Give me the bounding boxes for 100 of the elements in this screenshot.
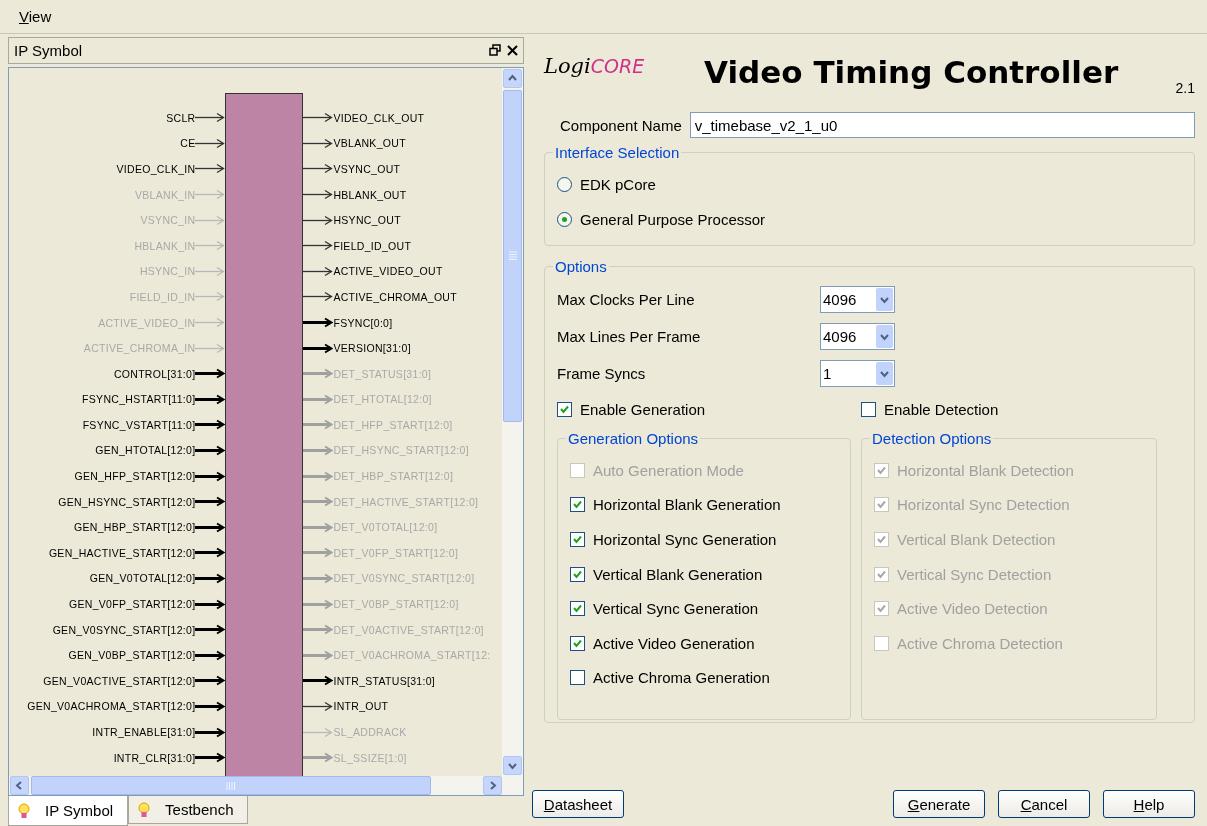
checkbox[interactable] [570, 532, 585, 547]
checkbox-label: Active Video Generation [593, 634, 755, 652]
dialog-button[interactable]: Help [1103, 790, 1195, 818]
dropdown-button[interactable] [876, 362, 893, 385]
pin-label: DET_STATUS[31:0] [333, 367, 432, 380]
close-icon[interactable] [507, 45, 518, 56]
pin-label: VSYNC_IN [140, 214, 196, 227]
scroll-right-button[interactable] [483, 776, 502, 795]
pin-label: DET_V0SYNC_START[12:0] [333, 572, 475, 585]
check-icon [876, 499, 887, 511]
dialog-button[interactable]: Generate [893, 790, 985, 818]
pin-label: GEN_HBP_START[12:0] [74, 521, 196, 534]
field-label: Component Name [560, 116, 682, 134]
pin-label: ACTIVE_CHROMA_IN [83, 342, 196, 355]
scroll-up-button[interactable] [503, 68, 522, 88]
pin-label: ACTIVE_VIDEO_OUT [333, 265, 443, 278]
scroll-thumb[interactable] [31, 776, 431, 795]
pin-label: VIDEO_CLK_IN [116, 162, 196, 175]
scroll-left-button[interactable] [10, 776, 29, 795]
datasheet-button[interactable]: Datasheet [532, 790, 624, 818]
pin-label: HSYNC_IN [139, 265, 196, 278]
pin-label: SL_SSIZE[1:0] [333, 751, 407, 764]
checkbox[interactable] [557, 401, 572, 417]
check-icon [876, 603, 887, 615]
pin-label: VBLANK_OUT [333, 137, 406, 150]
scroll-down-button[interactable] [503, 756, 522, 775]
pin-label: FSYNC_HSTART[11:0] [82, 393, 196, 406]
check-icon [572, 637, 583, 649]
pin-label: FSYNC_VSTART[11:0] [82, 418, 196, 431]
pin-label: FIELD_ID_IN [129, 290, 196, 303]
pin-label: GEN_V0TOTAL[12:0] [89, 572, 196, 585]
dropdown-button[interactable] [876, 325, 893, 348]
dropdown[interactable]: 4096 [820, 286, 895, 313]
scroll-thumb[interactable] [503, 89, 522, 422]
pin-label: INTR_STATUS[31:0] [333, 674, 435, 687]
lightbulb-icon [17, 801, 31, 820]
checkbox-label: Vertical Blank Generation [593, 565, 763, 583]
checkbox[interactable] [570, 497, 585, 513]
dialog-title: Video Timing Controller [703, 53, 1120, 90]
check-icon [559, 403, 570, 415]
pin-label: FSYNC[0:0] [333, 316, 393, 329]
lightbulb-icon [137, 800, 152, 819]
component-name-field[interactable]: v_timebase_v2_1_u0 [689, 112, 1195, 138]
checkbox-label: Horizontal Blank Detection [897, 461, 1074, 479]
horizontal-scrollbar[interactable] [9, 776, 523, 795]
pin-label: DET_V0BP_START[12:0] [333, 598, 459, 611]
pin-label: DET_HFP_START[12:0] [333, 418, 453, 431]
pin-label: CONTROL[31:0] [113, 367, 196, 380]
vertical-scrollbar[interactable] [502, 67, 523, 776]
radio-button[interactable] [557, 212, 572, 227]
pin-label: INTR_ENABLE[31:0] [92, 726, 196, 738]
restore-icon[interactable] [489, 44, 501, 57]
dropdown-button[interactable] [876, 288, 893, 311]
pin-label: HBLANK_IN [134, 239, 196, 252]
pin-label: GEN_HSYNC_START[12:0] [58, 495, 196, 508]
dialog-button[interactable]: Cancel [998, 790, 1090, 818]
checkbox-label: Horizontal Sync Detection [897, 496, 1070, 514]
dropdown[interactable]: 4096 [820, 323, 895, 350]
pin-label: DET_V0TOTAL[12:0] [333, 521, 438, 534]
grip-icon [226, 781, 236, 790]
pin-label: DET_HSYNC_START[12:0] [333, 444, 469, 457]
pin-label: GEN_HFP_START[12:0] [74, 470, 196, 483]
group-title: Generation Options [567, 430, 700, 447]
pin-label: CE [180, 137, 196, 150]
checkbox[interactable] [570, 601, 585, 617]
radio-label: EDK pCore [580, 176, 656, 193]
checkbox[interactable] [570, 635, 585, 651]
pin-label: SL_ADDRACK [333, 726, 407, 738]
radio-button[interactable] [557, 177, 572, 192]
dropdown[interactable]: 1 [820, 360, 895, 387]
field-label: Max Clocks Per Line [557, 291, 696, 308]
radio-label: General Purpose Processor [580, 211, 766, 228]
checkbox-label: Auto Generation Mode [593, 461, 744, 479]
pin-label: VSYNC_OUT [333, 162, 401, 175]
pin-label: GEN_HACTIVE_START[12:0] [48, 546, 196, 559]
group-title: Detection Options [871, 430, 993, 447]
pin-label: VERSION[31:0] [333, 342, 411, 355]
pin-label: GEN_V0ACHROMA_START[12:0] [27, 700, 196, 713]
panel-tab[interactable]: Testbench [128, 796, 249, 824]
pin-label: ACTIVE_VIDEO_IN [98, 316, 196, 329]
version-label: 2.1 [1175, 80, 1195, 96]
pin-label: VIDEO_CLK_OUT [333, 111, 425, 124]
pin-label: SCLR [166, 111, 196, 124]
pin-label: GEN_HTOTAL[12:0] [95, 444, 196, 457]
checkbox[interactable] [570, 670, 585, 686]
checkbox[interactable] [861, 401, 876, 417]
pin-label: GEN_V0BP_START[12:0] [68, 649, 196, 662]
pin-label: DET_V0FP_START[12:0] [333, 546, 459, 559]
checkbox-label: Active Chroma Detection [897, 634, 1063, 652]
menu-item[interactable]: View [14, 6, 57, 27]
checkbox[interactable] [570, 566, 585, 582]
panel-title: IP Symbol [14, 42, 84, 59]
field-label: Frame Syncs [557, 365, 647, 382]
pin-label: FIELD_ID_OUT [333, 239, 412, 252]
pin-label: GEN_V0SYNC_START[12:0] [52, 623, 196, 636]
pin-label: DET_V0ACTIVE_START[12:0] [333, 623, 484, 636]
panel-tab[interactable]: IP Symbol [8, 796, 129, 826]
pin-label: HBLANK_OUT [333, 188, 407, 201]
checkbox-label: Enable Generation [580, 400, 706, 418]
pin-label: VBLANK_IN [134, 188, 196, 201]
